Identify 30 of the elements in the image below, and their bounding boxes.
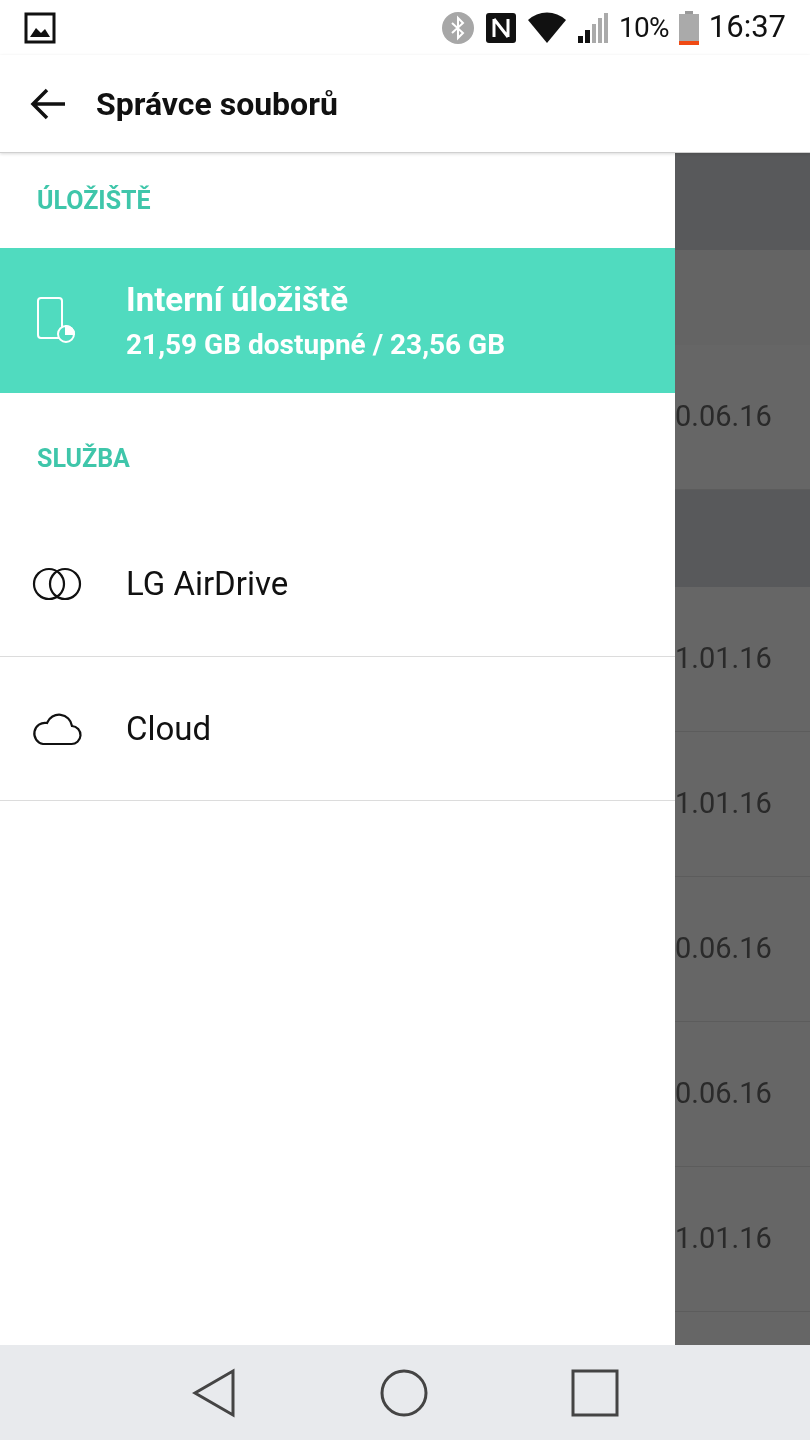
circle-home-icon xyxy=(379,1367,429,1418)
clock: 16:37 xyxy=(708,7,786,48)
section-header: ÚLOŽIŠTĚ xyxy=(37,184,151,217)
item-label: Interní úložiště xyxy=(126,278,349,321)
app-title: Správce souborů xyxy=(96,83,338,125)
nfc-icon xyxy=(484,11,517,44)
drawer-item[interactable]: Cloud xyxy=(0,656,675,801)
file-date: 1.01.16 xyxy=(675,785,772,823)
recents-button[interactable] xyxy=(571,1368,619,1417)
file-date: 0.06.16 xyxy=(675,930,772,968)
home-button[interactable] xyxy=(379,1367,429,1418)
item-subtitle: 21,59 GB dostupné / 23,56 GB xyxy=(126,327,506,364)
battery-icon xyxy=(678,10,699,45)
item-label: LG AirDrive xyxy=(126,562,289,605)
file-date: 0.06.16 xyxy=(675,398,772,436)
bluetooth-icon xyxy=(440,10,475,45)
back-nav-button[interactable] xyxy=(191,1367,237,1418)
gallery-icon xyxy=(24,11,56,44)
file-date: 0.06.16 xyxy=(675,1075,772,1113)
section-header: SLUŽBA xyxy=(37,442,130,476)
square-recents-icon xyxy=(571,1368,619,1417)
rings-icon xyxy=(31,565,83,602)
file-date: 1.01.16 xyxy=(675,640,772,678)
wifi-icon xyxy=(526,11,567,44)
triangle-back-icon xyxy=(191,1367,237,1418)
file-date: 1.01.16 xyxy=(675,1220,772,1258)
item-label: Cloud xyxy=(126,707,212,750)
signal-icon xyxy=(576,11,609,44)
back-arrow-icon xyxy=(29,86,67,121)
battery-percent: 10% xyxy=(618,9,669,46)
